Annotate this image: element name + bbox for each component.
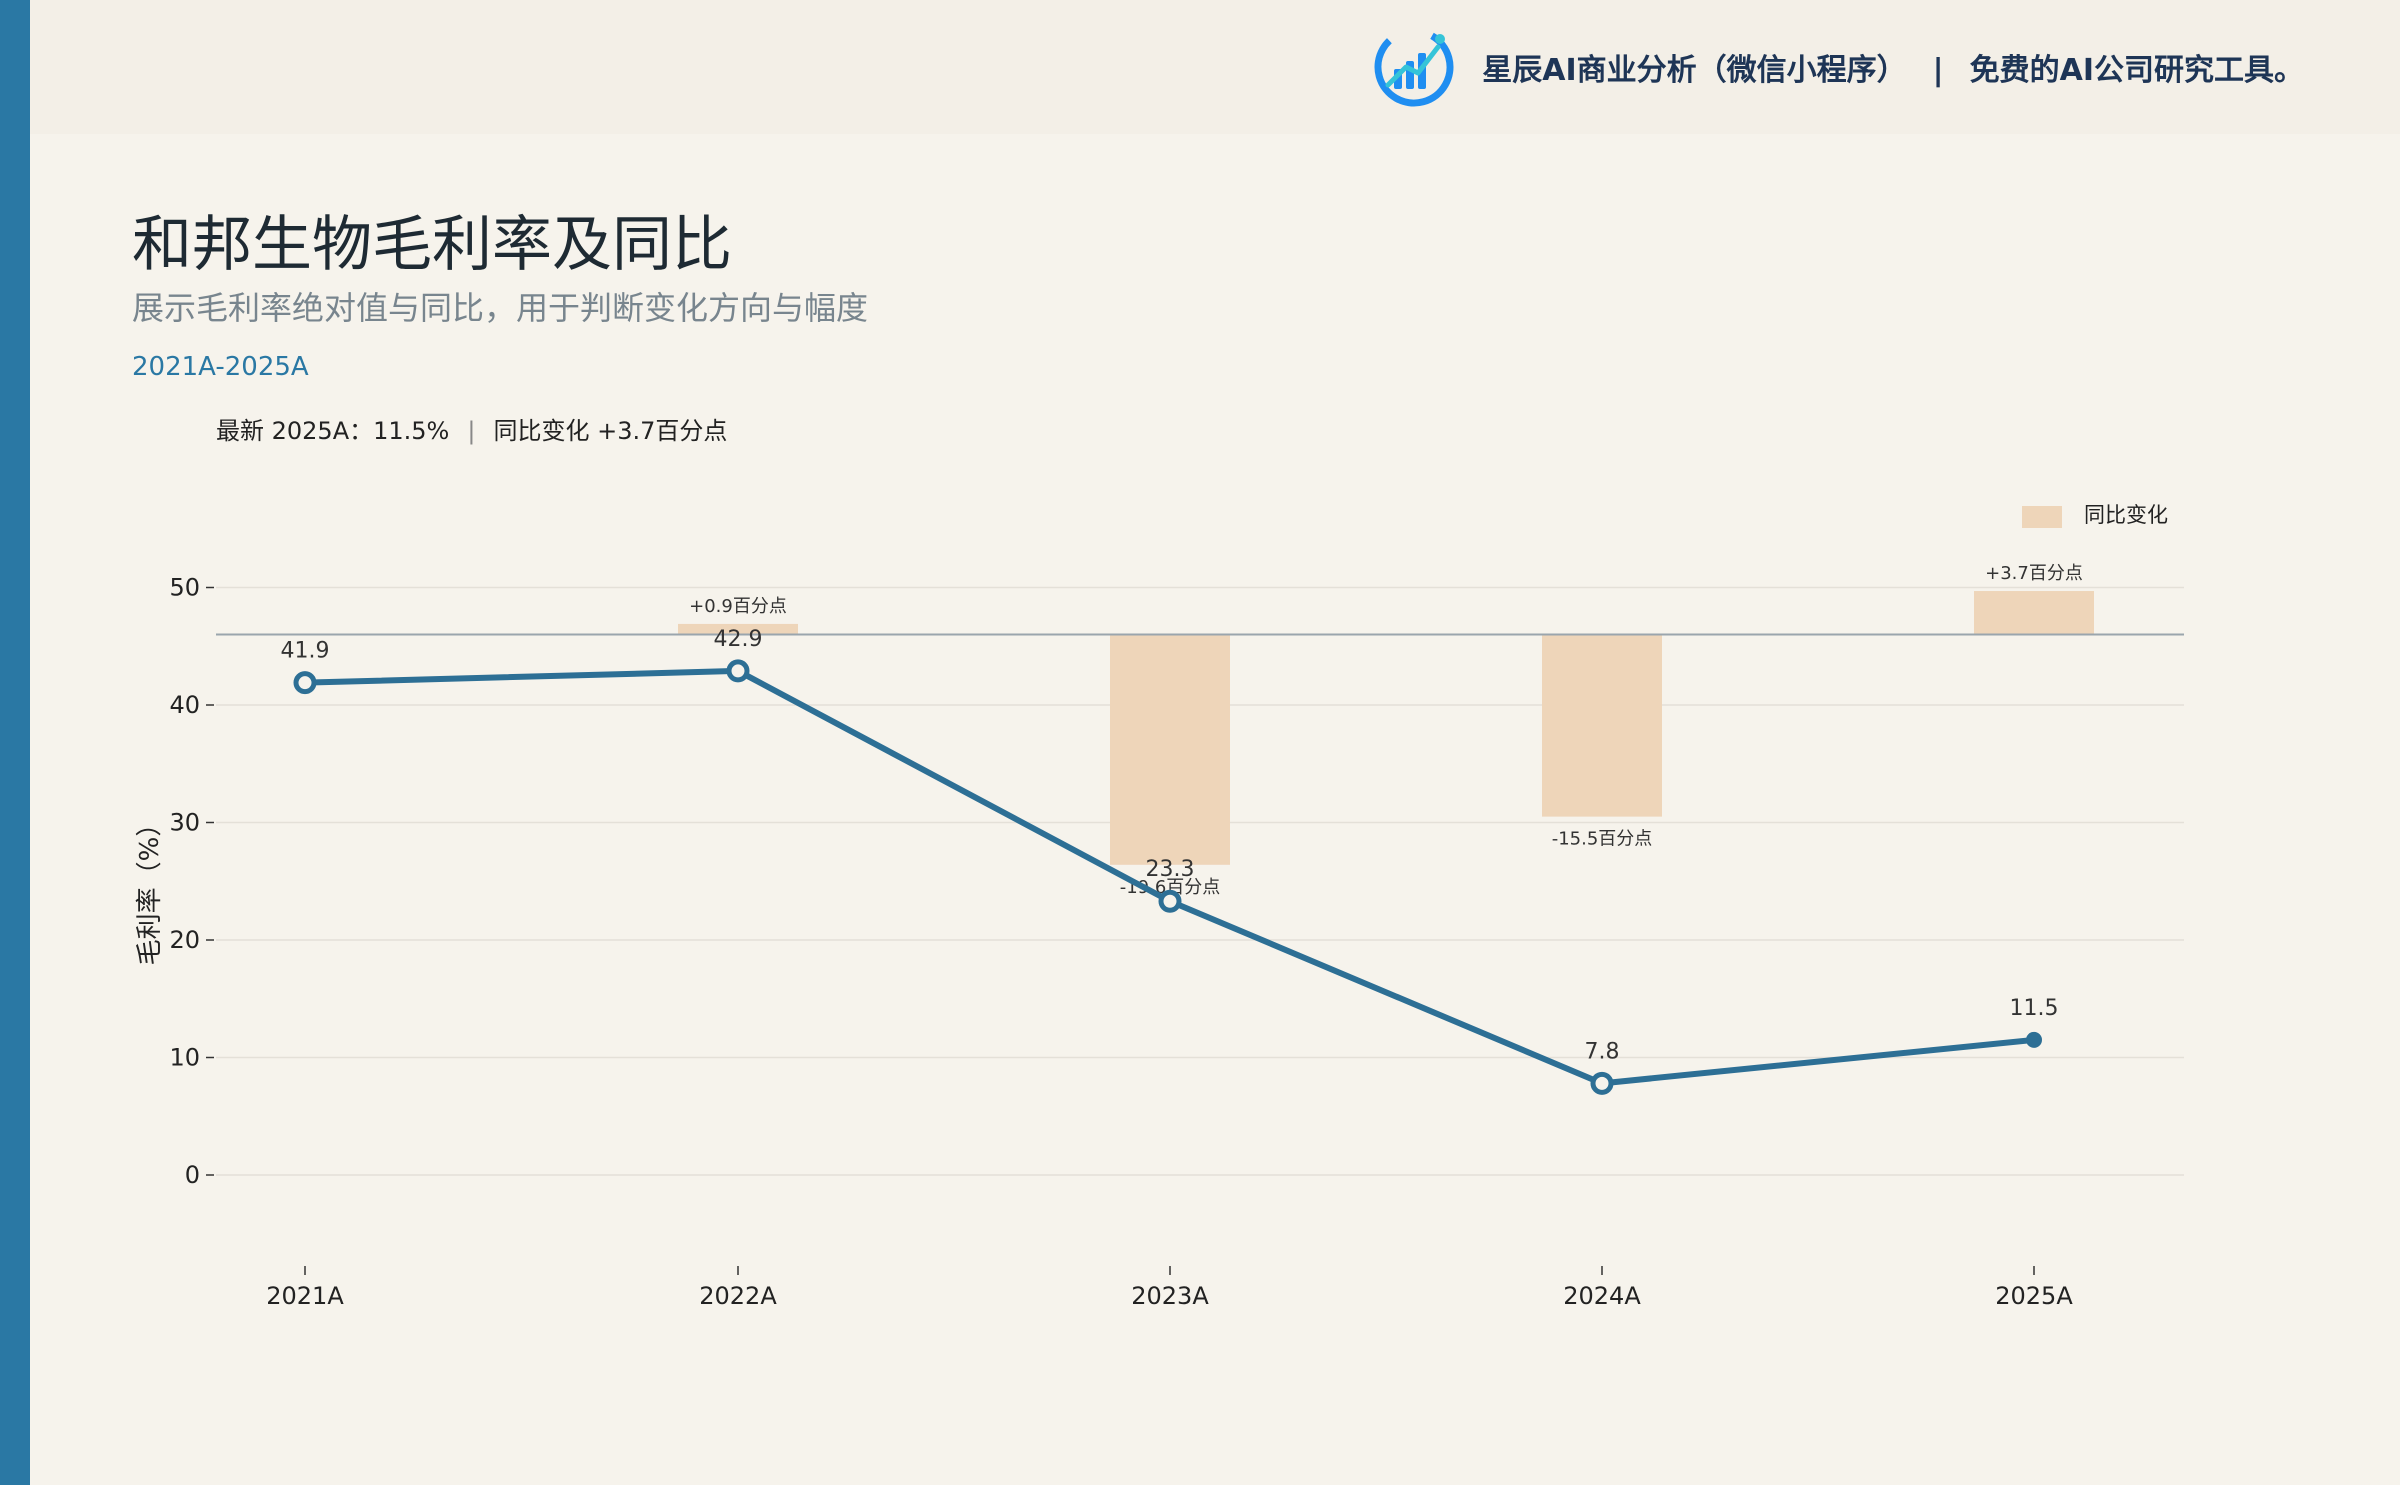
y-tick-label: 10 [169, 1044, 200, 1072]
x-tick-label: 2025A [1995, 1282, 2073, 1310]
data-point [1158, 889, 1182, 913]
yoy-bar [1974, 591, 2094, 635]
x-tick-label: 2022A [699, 1282, 777, 1310]
data-point [726, 659, 750, 683]
data-label: 41.9 [281, 639, 330, 664]
y-axis-label: 毛利率（%） [135, 811, 165, 966]
x-tick-label: 2021A [266, 1282, 344, 1310]
data-label: 11.5 [2010, 996, 2059, 1021]
data-label: 7.8 [1585, 1039, 1620, 1064]
y-tick-label: 20 [169, 926, 200, 954]
yoy-label: +3.7百分点 [1985, 563, 2083, 584]
data-label: 23.3 [1146, 857, 1195, 882]
y-tick-label: 0 [185, 1161, 200, 1189]
yoy-bar [1110, 634, 1230, 865]
gross-margin-chart: 01020304050毛利率（%）+0.9百分点-19.6百分点-15.5百分点… [135, 503, 2184, 1310]
legend-label: 同比变化 [2084, 503, 2168, 527]
data-point [1590, 1071, 1614, 1095]
yoy-label: -15.5百分点 [1552, 829, 1653, 850]
legend-swatch [2022, 506, 2062, 528]
x-tick-label: 2024A [1563, 1282, 1641, 1310]
yoy-label: +0.9百分点 [689, 596, 787, 617]
yoy-bar [1542, 634, 1662, 817]
data-point [2026, 1031, 2042, 1048]
x-tick-label: 2023A [1131, 1282, 1209, 1310]
data-point [293, 671, 317, 695]
y-tick-label: 40 [169, 691, 200, 719]
y-tick-label: 30 [169, 809, 200, 837]
y-tick-label: 50 [169, 574, 200, 602]
data-label: 42.9 [714, 627, 763, 652]
